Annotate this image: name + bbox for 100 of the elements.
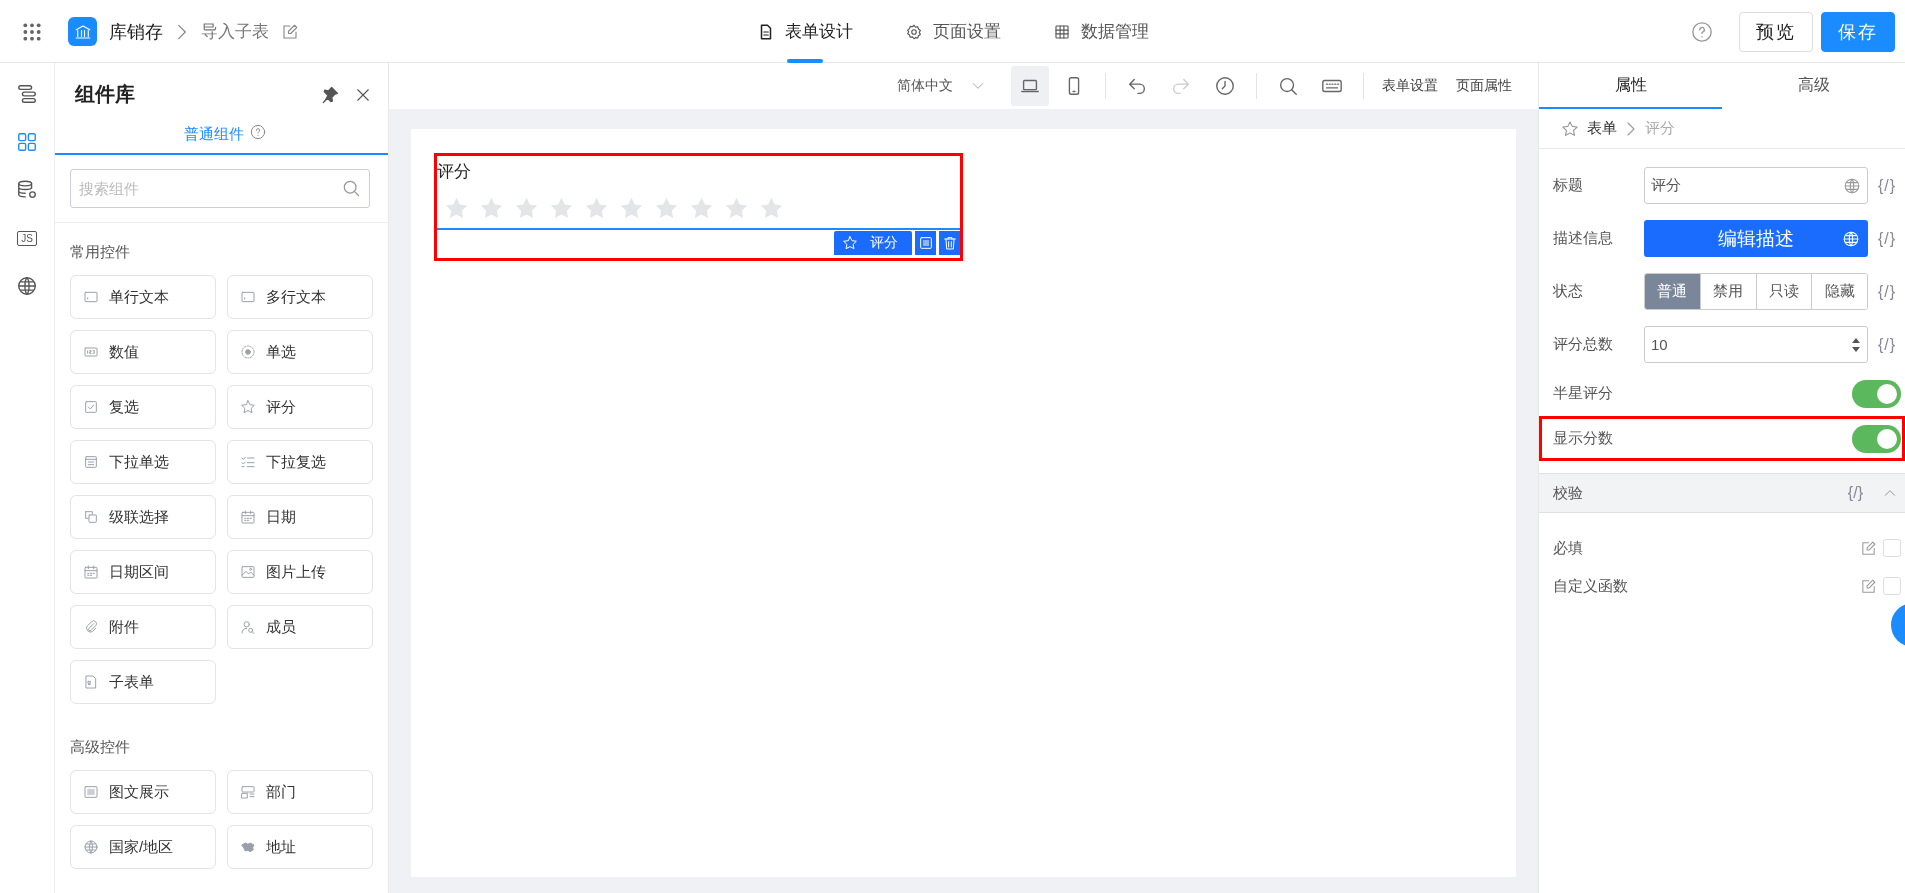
checklist-icon — [240, 454, 256, 470]
help-icon[interactable] — [1691, 20, 1713, 43]
toolbar-link[interactable]: 页面属性 — [1450, 77, 1518, 95]
expression-binding[interactable]: {/} — [1878, 335, 1897, 354]
delete-button[interactable] — [939, 231, 960, 255]
text-lines-icon — [83, 784, 99, 800]
database-settings-icon[interactable] — [16, 179, 38, 201]
component-item[interactable]: 级联选择 — [70, 495, 216, 539]
globe-icon — [1842, 229, 1860, 248]
globe-icon[interactable] — [16, 275, 38, 297]
checkbox[interactable] — [1883, 539, 1901, 557]
field-label: 评分 — [437, 161, 472, 183]
dropdown-icon — [83, 454, 99, 470]
component-item[interactable]: 成员 — [227, 605, 373, 649]
breadcrumb-item[interactable]: 表单 — [1587, 119, 1617, 138]
app-grid-icon[interactable] — [22, 21, 42, 42]
copy-icon — [917, 235, 934, 251]
component-item[interactable]: 单选 — [227, 330, 373, 374]
star-icon — [240, 399, 256, 415]
field-label: 标题 — [1553, 176, 1584, 195]
copy-button[interactable] — [915, 231, 936, 255]
field-label: 半星评分 — [1553, 384, 1614, 403]
component-item[interactable]: 日期区间 — [70, 550, 216, 594]
toggle-switch[interactable] — [1852, 379, 1901, 408]
language-dropdown[interactable]: 简体中文 — [891, 76, 991, 96]
top-tab[interactable]: 数据管理 — [1046, 0, 1155, 63]
panel-title: 组件库 — [75, 82, 135, 107]
panel-tab[interactable]: 属性 — [1539, 63, 1722, 109]
component-item[interactable]: 图文展示 — [70, 770, 216, 814]
breadcrumb-page[interactable]: 导入子表 — [201, 20, 269, 43]
component-item[interactable]: 评分 — [227, 385, 373, 429]
top-tab[interactable]: 表单设计 — [750, 0, 859, 63]
panel-tab[interactable]: 高级 — [1722, 63, 1905, 109]
title-input[interactable]: 评分 — [1644, 167, 1868, 204]
edit-icon[interactable] — [281, 22, 299, 41]
outline-icon[interactable] — [16, 83, 38, 105]
calendar-icon — [83, 564, 99, 580]
components-icon[interactable] — [16, 131, 38, 153]
field-label: 状态 — [1553, 282, 1584, 301]
table-icon — [1052, 22, 1071, 41]
preview-button[interactable]: 预览 — [1739, 11, 1813, 52]
search-field[interactable]: 搜索组件 — [70, 169, 370, 208]
search-icon[interactable] — [341, 178, 361, 198]
component-item[interactable]: 附件 — [70, 605, 216, 649]
component-item[interactable]: 部门 — [227, 770, 373, 814]
image-icon — [240, 564, 256, 580]
checkbox-icon — [83, 399, 99, 415]
breadcrumb-item: 评分 — [1645, 119, 1675, 138]
expression-binding[interactable]: {/} — [1878, 176, 1897, 195]
document-icon — [83, 674, 99, 690]
number-field-icon — [83, 344, 99, 360]
checkbox[interactable] — [1883, 577, 1901, 595]
field-label: 显示分数 — [1553, 429, 1614, 448]
globe-icon — [83, 839, 99, 855]
pin-icon[interactable] — [320, 84, 340, 105]
section-heading: 高级控件 — [70, 738, 131, 757]
rating-field[interactable]: 评分 评分 — [434, 153, 963, 261]
toolbar-link[interactable]: 表单设置 — [1376, 77, 1444, 95]
settings-icon — [904, 22, 923, 41]
component-item[interactable]: 多行文本 — [227, 275, 373, 319]
search-icon[interactable] — [1277, 75, 1299, 97]
edit-icon[interactable] — [1860, 577, 1877, 595]
top-tab[interactable]: 页面设置 — [898, 0, 1007, 63]
calendar-icon — [240, 509, 256, 525]
edit-icon[interactable] — [1860, 539, 1877, 557]
app-name: 库销存 — [109, 20, 163, 44]
component-item[interactable]: 子表单 — [70, 660, 216, 704]
edit-description-button[interactable]: 编辑描述 — [1644, 220, 1868, 257]
text-field-icon — [240, 289, 256, 305]
js-icon[interactable]: JS — [17, 230, 37, 246]
component-item[interactable]: 地址 — [227, 825, 373, 869]
component-item[interactable]: 日期 — [227, 495, 373, 539]
paperclip-icon — [83, 619, 99, 635]
number-input[interactable]: 10 — [1644, 326, 1868, 363]
component-item[interactable]: 下拉单选 — [70, 440, 216, 484]
component-item[interactable]: 图片上传 — [227, 550, 373, 594]
field-label: 评分总数 — [1553, 335, 1614, 354]
component-item[interactable]: 国家/地区 — [70, 825, 216, 869]
toggle-switch[interactable] — [1852, 424, 1901, 453]
trash-icon — [941, 235, 958, 251]
radio-icon — [240, 344, 256, 360]
tag-label: 评分 — [870, 234, 898, 252]
user-icon — [240, 619, 256, 635]
section-heading: 常用控件 — [70, 243, 131, 262]
panel-tab[interactable]: 普通组件 — [177, 124, 250, 145]
star-icon — [842, 235, 858, 251]
text-field-icon — [83, 289, 99, 305]
cascade-icon — [83, 509, 99, 525]
component-item[interactable]: 单行文本 — [70, 275, 216, 319]
star-icon — [1561, 119, 1579, 138]
section-heading: 校验 — [1553, 483, 1583, 503]
segment-option[interactable]: 普通 — [1645, 274, 1701, 309]
help-icon[interactable] — [249, 124, 266, 140]
clock-icon[interactable] — [1214, 75, 1236, 97]
organization-icon — [240, 784, 256, 800]
expression-binding[interactable]: {/} — [1878, 282, 1897, 301]
expression-binding[interactable]: {/} — [1878, 229, 1897, 248]
component-item[interactable]: 下拉复选 — [227, 440, 373, 484]
component-item[interactable]: 复选 — [70, 385, 216, 429]
component-item[interactable]: 数值 — [70, 330, 216, 374]
